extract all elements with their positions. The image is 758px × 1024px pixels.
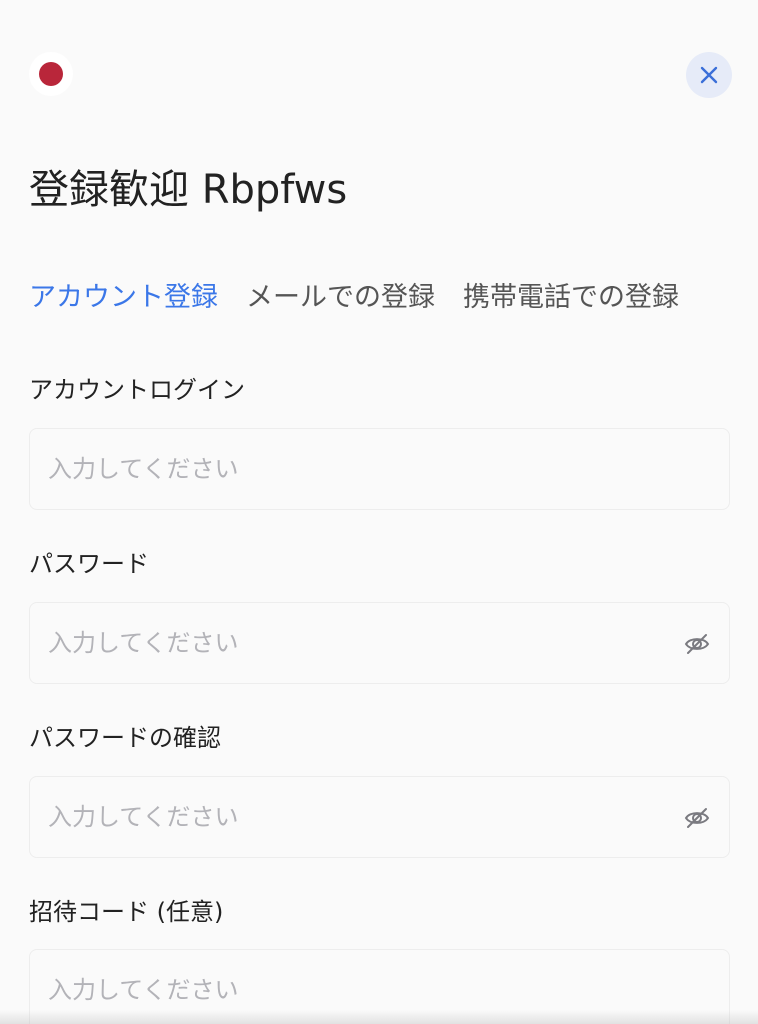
account-label: アカウントログイン (29, 376, 245, 404)
close-button[interactable] (686, 52, 732, 98)
password-field (29, 602, 730, 684)
password-input[interactable] (48, 603, 668, 683)
account-field (29, 428, 730, 510)
password-confirm-input[interactable] (48, 777, 668, 857)
tab-phone-register[interactable]: 携帯電話での登録 (463, 276, 679, 320)
tab-account-register[interactable]: アカウント登録 (29, 276, 218, 320)
tab-email-register[interactable]: メールでの登録 (246, 276, 435, 320)
register-tabs: アカウント登録 メールでの登録 携帯電話での登録 (29, 276, 732, 324)
invite-code-label: 招待コード (任意) (29, 898, 224, 926)
eye-off-icon[interactable] (683, 804, 711, 832)
password-label: パスワード (29, 550, 149, 578)
password-confirm-field (29, 776, 730, 858)
register-dialog: 登録歓迎 Rbpfws アカウント登録 メールでの登録 携帯電話での登録 アカウント… (0, 0, 758, 1024)
account-input[interactable] (48, 429, 668, 509)
eye-off-icon[interactable] (683, 630, 711, 658)
page-title: 登録歓迎 Rbpfws (29, 167, 348, 213)
close-icon (700, 66, 718, 84)
password-confirm-label: パスワードの確認 (29, 724, 221, 752)
japan-flag-icon[interactable] (29, 52, 73, 96)
bottom-shadow (0, 1010, 758, 1024)
